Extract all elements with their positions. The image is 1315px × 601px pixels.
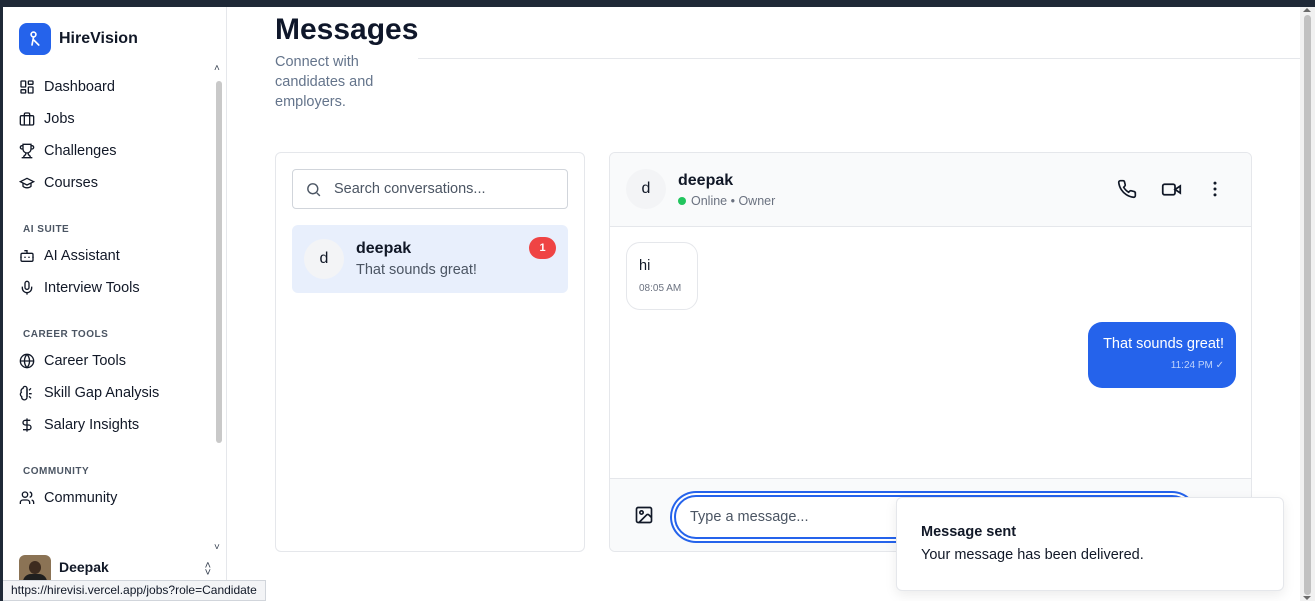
brand-logo-icon — [19, 23, 51, 55]
sidebar-item-challenges[interactable]: Challenges — [3, 135, 213, 167]
sidebar-item-label: Community — [44, 490, 118, 506]
sidebar-item-label: Dashboard — [44, 79, 115, 95]
brand-name: HireVision — [59, 30, 138, 47]
app-window: HireVision Dashboard Jobs Challenges Cou… — [3, 7, 1300, 601]
avatar: d — [626, 169, 666, 209]
sidebar-item-label: Jobs — [44, 111, 75, 127]
message-text: hi — [639, 258, 651, 274]
mic-icon — [21, 280, 33, 295]
browser-top-edge — [0, 0, 1315, 7]
globe-icon — [19, 353, 35, 369]
conversation-item[interactable]: d deepak That sounds great! 1 — [292, 225, 568, 293]
toast-description: Your message has been delivered. — [921, 547, 1144, 563]
briefcase-icon — [19, 112, 35, 126]
scroll-up-icon[interactable] — [1303, 8, 1311, 12]
chat-header: d deepak Online • Owner — [610, 153, 1251, 227]
search-icon — [307, 182, 321, 196]
sidebar-item-jobs[interactable]: Jobs — [3, 103, 213, 135]
brand[interactable]: HireVision — [19, 23, 138, 55]
graduation-cap-icon — [19, 177, 35, 189]
status-bar-url: https://hirevisi.vercel.app/jobs?role=Ca… — [3, 580, 266, 601]
conversation-name: deepak — [356, 240, 412, 257]
sidebar-scrollbar[interactable]: ˄ ˅ — [214, 63, 223, 553]
contact-name: deepak — [678, 172, 734, 189]
sidebar-item-label: Challenges — [44, 143, 117, 159]
sidebar-item-community[interactable]: Community — [3, 482, 213, 514]
contact-status: Online • Owner — [678, 194, 775, 208]
sidebar-item-interview-tools[interactable]: Interview Tools — [3, 272, 213, 304]
status-text: Online • Owner — [691, 194, 776, 208]
scroll-down-icon[interactable] — [1303, 596, 1311, 600]
sidebar-item-label: Career Tools — [44, 353, 126, 369]
section-title-career-tools: CAREER TOOLS — [23, 329, 109, 340]
sidebar-item-label: Salary Insights — [44, 417, 140, 433]
conversation-list-panel: d deepak That sounds great! 1 — [275, 152, 585, 552]
search-field[interactable] — [292, 169, 568, 209]
video-call-button[interactable] — [1160, 178, 1182, 200]
chevron-down-icon[interactable]: ˅ — [214, 542, 220, 553]
sidebar-item-salary-insights[interactable]: Salary Insights — [3, 409, 213, 441]
online-indicator — [678, 197, 686, 205]
more-options-button[interactable] — [1204, 178, 1226, 200]
conversation-preview: That sounds great! — [356, 262, 477, 278]
bot-icon — [20, 250, 34, 262]
page-title: Messages — [275, 13, 419, 46]
sidebar-item-courses[interactable]: Courses — [3, 167, 213, 199]
user-name: Deepak — [59, 559, 109, 575]
message-time: 11:24 PM ✓ — [1170, 360, 1224, 371]
phone-icon — [1117, 179, 1137, 199]
more-vertical-icon — [1213, 181, 1217, 197]
unread-badge: 1 — [529, 237, 556, 259]
sidebar-item-label: AI Assistant — [44, 248, 120, 264]
sidebar-item-label: Skill Gap Analysis — [44, 385, 160, 401]
search-input[interactable] — [334, 181, 554, 197]
users-icon — [19, 491, 35, 504]
sidebar-nav: Dashboard Jobs Challenges Courses AI SUI… — [3, 71, 213, 514]
page-scroll-thumb[interactable] — [1304, 15, 1311, 595]
dollar-icon — [22, 418, 32, 432]
sidebar-item-dashboard[interactable]: Dashboard — [3, 71, 213, 103]
toast-title: Message sent — [921, 524, 1017, 540]
sidebar-scroll-thumb[interactable] — [216, 81, 222, 443]
page-scrollbar[interactable] — [1300, 7, 1315, 601]
dashboard-icon — [20, 80, 34, 94]
section-title-community: COMMUNITY — [23, 466, 90, 477]
sidebar-item-career-tools[interactable]: Career Tools — [3, 345, 213, 377]
attach-image-button[interactable] — [634, 505, 658, 529]
message-bubble-outgoing: That sounds great! 11:24 PM ✓ — [1088, 322, 1236, 388]
divider — [418, 58, 1300, 59]
message-time: 08:05 AM — [639, 283, 682, 294]
chevrons-up-down-icon[interactable]: ˄ ˅ — [205, 561, 211, 579]
toast-notification[interactable]: Message sent Your message has been deliv… — [896, 497, 1284, 591]
sidebar-item-ai-assistant[interactable]: AI Assistant — [3, 240, 213, 272]
sidebar-item-label: Interview Tools — [44, 280, 140, 296]
avatar: d — [304, 239, 344, 279]
sidebar-item-skill-gap-analysis[interactable]: Skill Gap Analysis — [3, 377, 213, 409]
image-icon — [635, 506, 653, 524]
message-bubble-incoming: hi 08:05 AM — [626, 242, 698, 310]
sidebar-item-label: Courses — [44, 175, 98, 191]
video-icon — [1161, 182, 1181, 196]
section-title-ai-suite: AI SUITE — [23, 224, 70, 235]
sidebar: HireVision Dashboard Jobs Challenges Cou… — [3, 7, 227, 601]
trophy-icon — [19, 143, 35, 159]
call-button[interactable] — [1116, 178, 1138, 200]
page-subtitle: Connect with candidates and employers. — [275, 54, 374, 110]
chat-panel: d deepak Online • Owner hi 08:05 AM That… — [609, 152, 1252, 552]
chevron-up-icon[interactable]: ˄ — [214, 63, 220, 74]
message-text: That sounds great! — [1103, 336, 1224, 352]
brain-icon — [19, 385, 32, 401]
